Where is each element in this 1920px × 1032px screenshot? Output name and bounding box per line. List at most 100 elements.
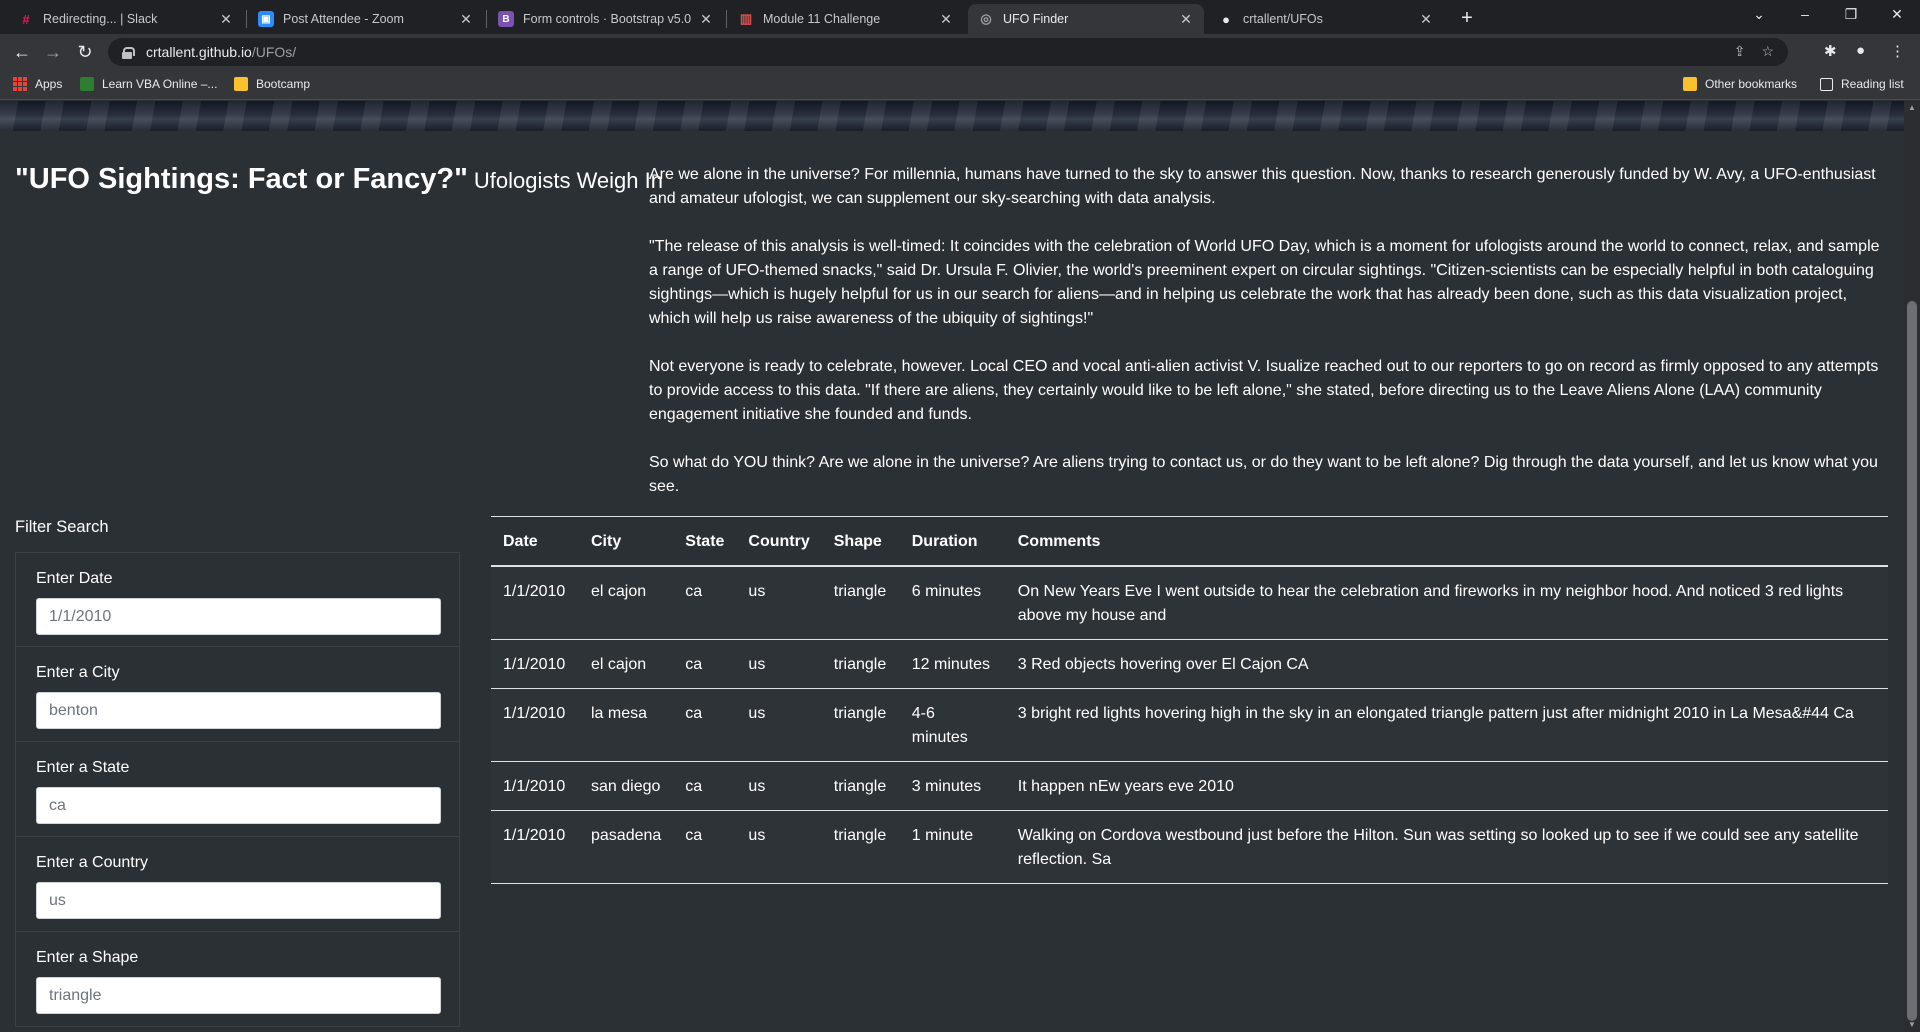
column-header-city: City (579, 516, 674, 567)
close-tab-icon[interactable]: ✕ (1418, 11, 1434, 28)
headline-title: "UFO Sightings: Fact or Fancy?" (15, 163, 468, 195)
cell-state: ca (673, 810, 737, 884)
browser-tab[interactable]: ◎ UFO Finder ✕ (968, 4, 1204, 34)
cell-date: 1/1/2010 (491, 566, 579, 640)
cell-shape: triangle (821, 688, 900, 762)
close-tab-icon[interactable]: ✕ (698, 11, 714, 28)
cell-city: pasadena (579, 810, 674, 884)
article-paragraph: Not everyone is ready to celebrate, howe… (649, 358, 1879, 423)
module-icon: ▥ (739, 11, 753, 26)
date-input[interactable] (36, 598, 441, 635)
filter-search-title: Filter Search (15, 518, 109, 536)
bookmark-other[interactable]: Other bookmarks (1683, 77, 1797, 91)
cell-shape: triangle (821, 761, 900, 811)
bookmark-learn-vba-label: Learn VBA Online –... (102, 77, 218, 91)
cell-shape: triangle (821, 810, 900, 884)
table-row: 1/1/2010 san diego ca us triangle 3 minutes It… (491, 761, 1888, 811)
browser-tab[interactable]: # Redirecting... | Slack ✕ (8, 4, 244, 34)
minimize-button[interactable]: – (1782, 0, 1828, 30)
close-tab-icon[interactable]: ✕ (218, 11, 234, 28)
close-window-button[interactable]: ✕ (1874, 0, 1920, 30)
browser-tab[interactable]: ● crtallent/UFOs ✕ (1208, 4, 1444, 34)
cell-country: us (736, 688, 822, 762)
bookmarks-bar: Apps Learn VBA Online –... Bootcamp Othe… (0, 70, 1920, 100)
filter-city-label: Enter a City (36, 664, 120, 681)
bookmark-star-icon[interactable]: ☆ (1761, 43, 1774, 60)
cell-duration: 3 minutes (899, 761, 1006, 811)
profile-icon[interactable]: ● (1856, 42, 1865, 59)
cell-date: 1/1/2010 (491, 639, 579, 689)
new-tab-button[interactable]: + (1453, 6, 1481, 32)
share-icon[interactable]: ⇪ (1734, 43, 1746, 60)
table-header-row: Date City State Country Shape Duration C… (491, 516, 1888, 567)
country-input[interactable] (36, 882, 441, 919)
tab-title: crtallent/UFOs (1243, 12, 1323, 26)
scroll-up-arrow-icon[interactable]: ▲ (1904, 101, 1920, 115)
cell-duration: 12 minutes (899, 639, 1006, 689)
back-arrow-icon[interactable]: ← (10, 40, 34, 64)
tab-separator (726, 10, 727, 28)
menu-icon[interactable]: ⋮ (1890, 42, 1905, 60)
bookmark-apps[interactable]: Apps (13, 77, 62, 91)
column-header-comments: Comments (1005, 516, 1888, 567)
city-input[interactable] (36, 692, 441, 729)
bookmark-apps-label: Apps (35, 77, 63, 91)
cell-shape: triangle (821, 566, 900, 640)
shape-input[interactable] (36, 977, 441, 1014)
bookmark-learn-vba[interactable]: Learn VBA Online –... (80, 77, 217, 91)
cell-comments: 3 Red objects hovering over El Cajon CA (1005, 639, 1888, 689)
reload-icon[interactable]: ↻ (73, 40, 97, 64)
filter-country: Enter a Country (15, 837, 460, 932)
forward-arrow-icon[interactable]: → (41, 40, 65, 64)
filter-country-label: Enter a Country (36, 854, 149, 871)
table-row: 1/1/2010 el cajon ca us triangle 6 minutes On … (491, 566, 1888, 640)
tab-search-icon[interactable]: ⌄ (1736, 0, 1782, 30)
vba-site-icon (80, 77, 94, 91)
scrollbar-thumb[interactable] (1907, 301, 1917, 1021)
restore-button[interactable]: ❐ (1828, 0, 1874, 30)
page-scrollbar[interactable]: ▲ ▼ (1904, 101, 1920, 1032)
browser-toolbar: ← → ↻ crtallent.github.io/UFOs/ ⇪ ☆ ✱ ● … (0, 34, 1920, 70)
cell-duration: 4-6 minutes (899, 688, 1006, 762)
close-tab-icon[interactable]: ✕ (1178, 11, 1194, 28)
cell-country: us (736, 566, 822, 640)
browser-tab[interactable]: ▣ Post Attendee - Zoom ✕ (248, 4, 484, 34)
table-row: 1/1/2010 la mesa ca us triangle 4-6 minutes 3 … (491, 688, 1888, 762)
column-header-state: State (673, 516, 737, 567)
close-tab-icon[interactable]: ✕ (458, 11, 474, 28)
address-bar[interactable]: crtallent.github.io/UFOs/ ⇪ ☆ (108, 38, 1788, 66)
tab-title: Redirecting... | Slack (43, 12, 158, 26)
scroll-down-arrow-icon[interactable]: ▼ (1904, 1018, 1920, 1032)
filter-list: Enter Date Enter a City Enter a State En… (15, 552, 460, 1027)
cell-duration: 6 minutes (899, 566, 1006, 640)
filter-state: Enter a State (15, 742, 460, 837)
lock-icon[interactable] (122, 46, 135, 59)
cell-date: 1/1/2010 (491, 688, 579, 762)
cell-comments: 3 bright red lights hovering high in the… (1005, 688, 1888, 762)
cell-country: us (736, 810, 822, 884)
column-header-shape: Shape (821, 516, 900, 567)
headline-subtitle: Ufologists Weigh In (473, 168, 663, 193)
filter-city: Enter a City (15, 647, 460, 742)
bookmark-bootcamp[interactable]: Bootcamp (234, 77, 310, 91)
bookmark-reading-list-label: Reading list (1841, 77, 1904, 91)
close-tab-icon[interactable]: ✕ (938, 11, 954, 28)
browser-tab[interactable]: B Form controls · Bootstrap v5.0 ✕ (488, 4, 724, 34)
hero-image (0, 101, 1904, 131)
reading-list-icon (1820, 77, 1833, 91)
cell-shape: triangle (821, 639, 900, 689)
filter-shape-label: Enter a Shape (36, 949, 139, 966)
bookmark-bootcamp-label: Bootcamp (256, 77, 311, 91)
filter-shape: Enter a Shape (15, 932, 460, 1027)
browser-tab[interactable]: ▥ Module 11 Challenge ✕ (728, 4, 964, 34)
cell-state: ca (673, 688, 737, 762)
cell-state: ca (673, 566, 737, 640)
cell-date: 1/1/2010 (491, 810, 579, 884)
page-headline: "UFO Sightings: Fact or Fancy?" Ufologist… (15, 163, 663, 196)
state-input[interactable] (36, 787, 441, 824)
url-host: crtallent.github.io (146, 44, 252, 60)
ufo-sightings-table: Date City State Country Shape Duration C… (491, 516, 1888, 884)
bookmark-reading-list[interactable]: Reading list (1820, 77, 1904, 91)
filter-date-label: Enter Date (36, 570, 113, 587)
extensions-icon[interactable]: ✱ (1824, 42, 1837, 60)
